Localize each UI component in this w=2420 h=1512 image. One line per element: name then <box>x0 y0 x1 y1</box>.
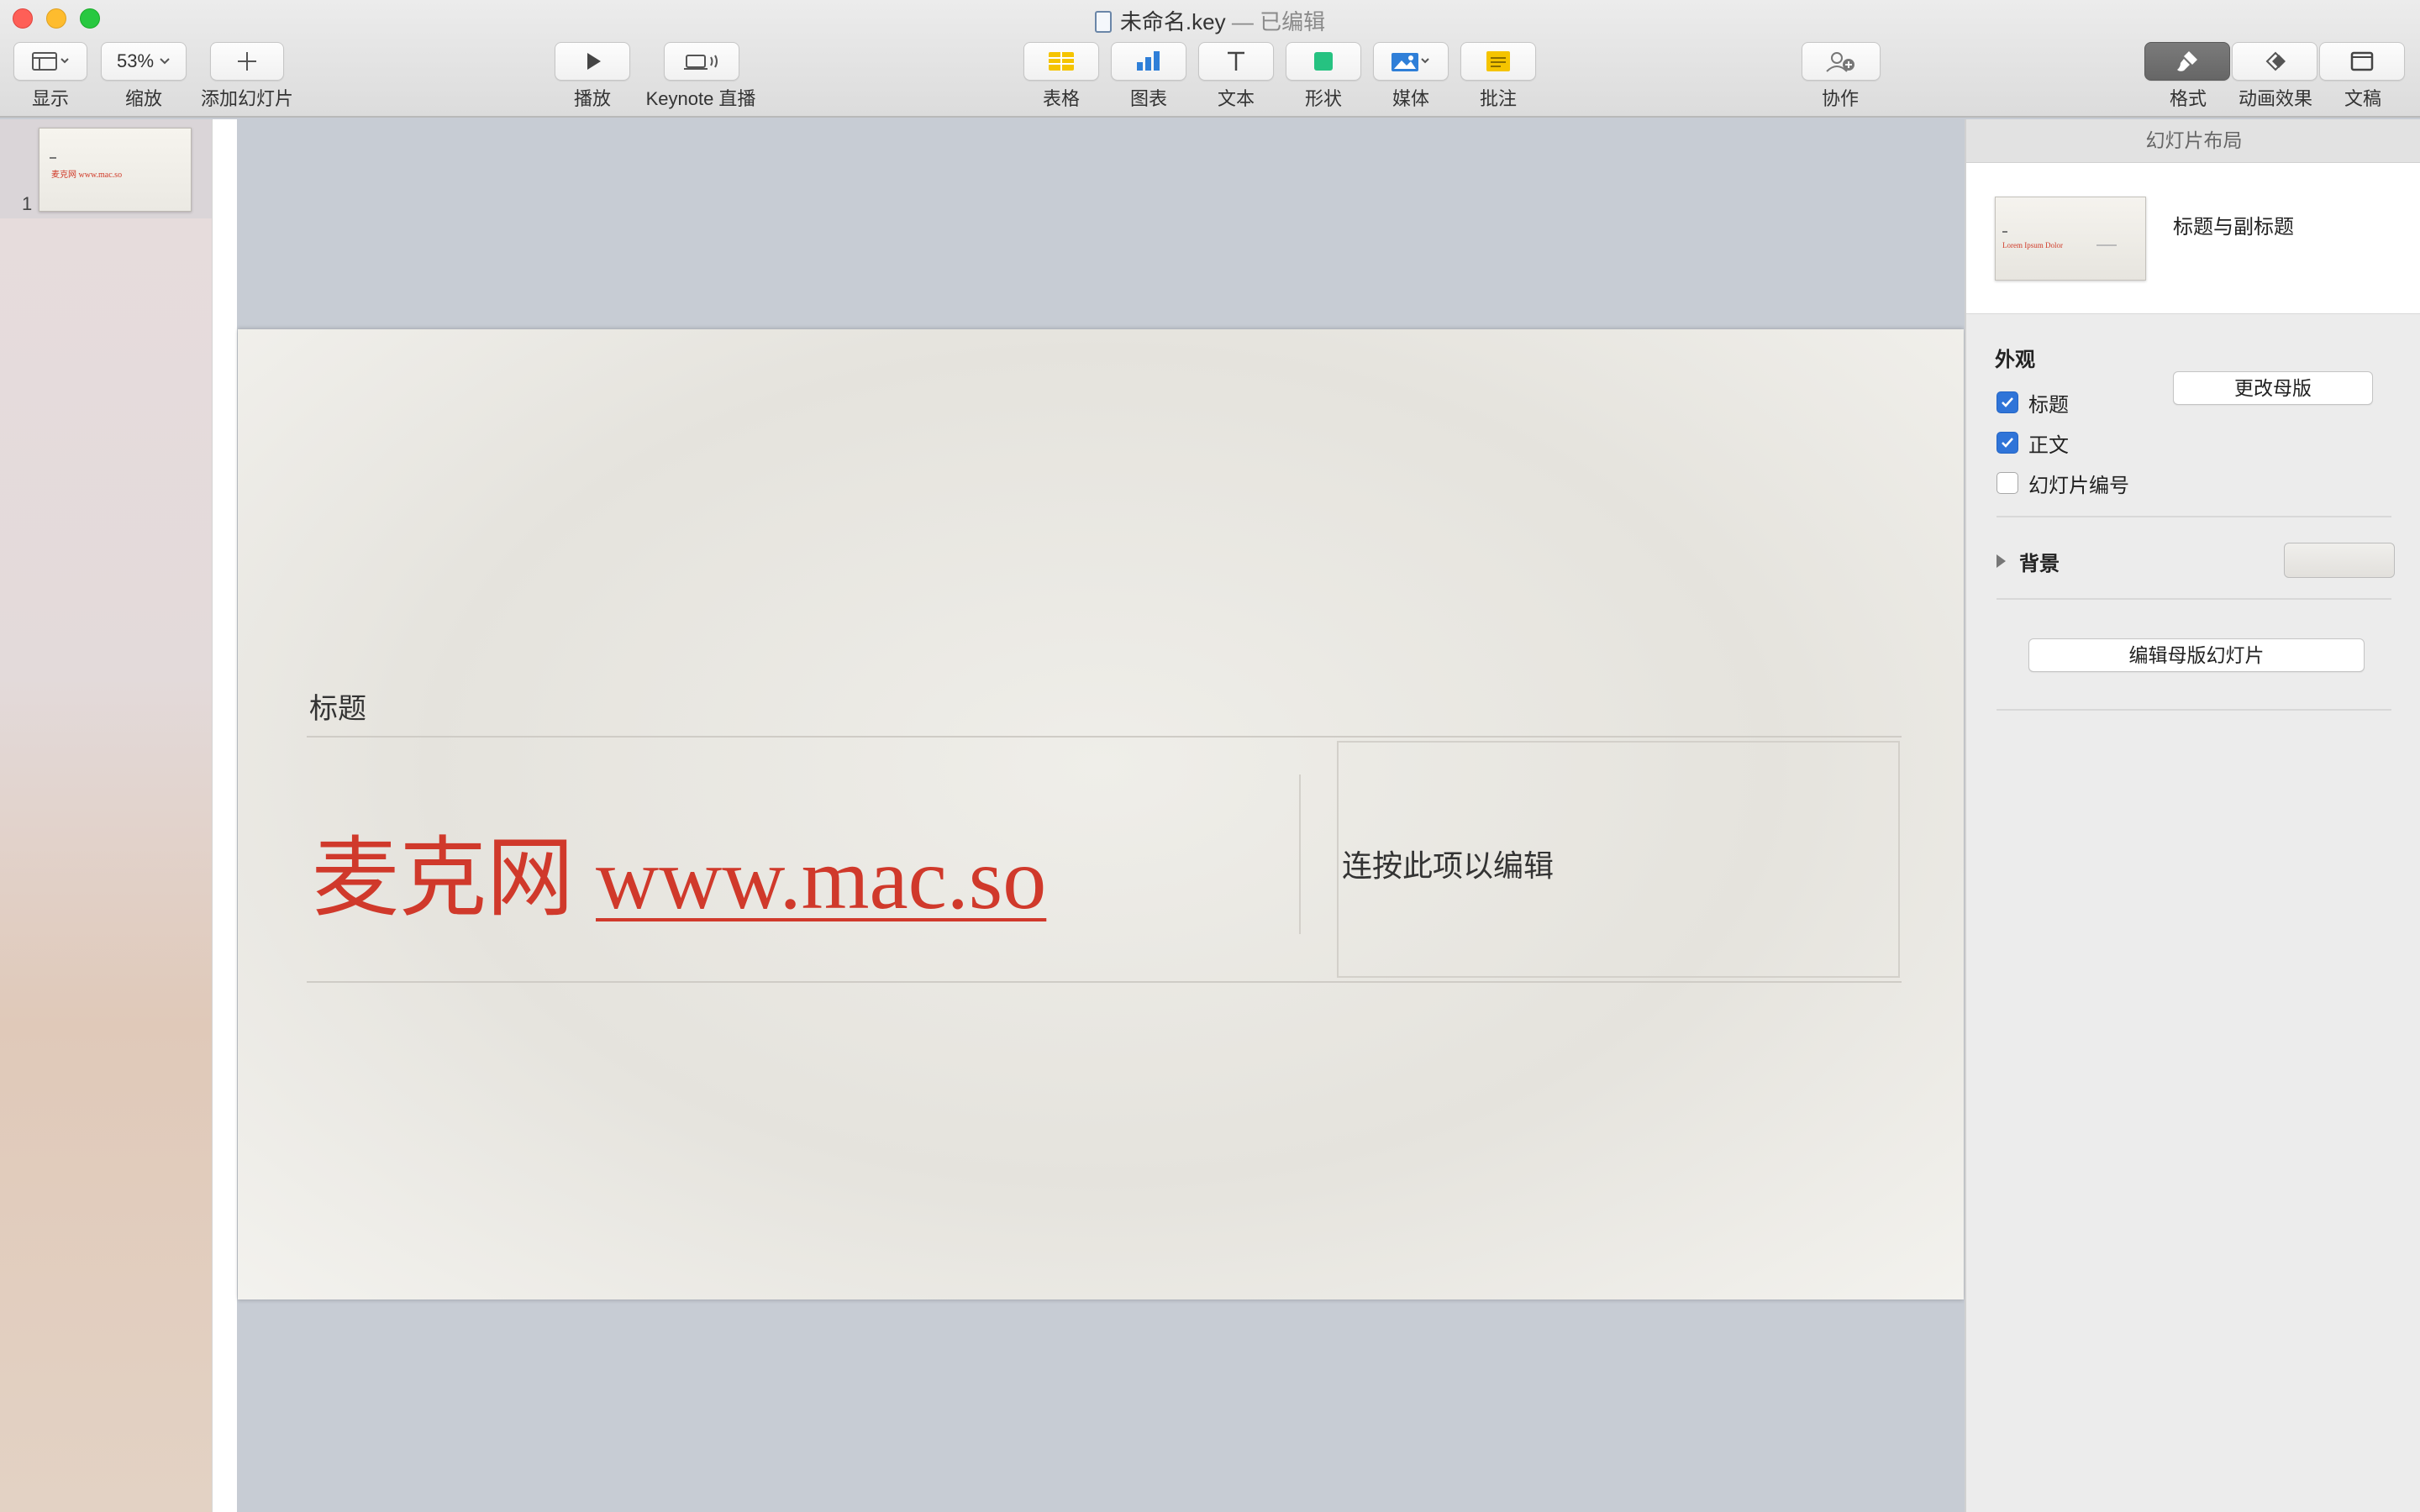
media-button[interactable] <box>1373 42 1449 81</box>
slide-thumbnail-row[interactable]: 1 麦克网 www.mac.so <box>0 119 212 218</box>
title-checkbox[interactable] <box>1996 391 2018 413</box>
checkmark-icon <box>2002 438 2013 448</box>
chart-button[interactable] <box>1111 42 1186 81</box>
thumbnail-title-mark <box>50 157 56 159</box>
text-button[interactable] <box>1198 42 1274 81</box>
keynote-live-label: Keynote 直播 <box>645 88 756 109</box>
section-separator <box>1996 516 2391 517</box>
play-button[interactable] <box>555 42 630 81</box>
animate-icon <box>2265 51 2286 71</box>
divider-line <box>307 981 1902 983</box>
checkmark-icon <box>2002 397 2013 407</box>
inspector-header: 幻灯片布局 <box>1966 119 2420 163</box>
animate-button[interactable] <box>2232 42 2317 81</box>
window-toolbar: 未命名.key — 已编辑 显示 53% 缩放 添加幻灯片 播放 Keynote… <box>0 0 2420 118</box>
zoom-value: 53% <box>116 50 155 71</box>
appearance-heading: 外观 <box>1995 349 2035 371</box>
format-label: 格式 <box>2169 88 2207 109</box>
media-label: 媒体 <box>1392 88 1430 109</box>
background-disclosure[interactable]: 背景 <box>1996 544 2060 578</box>
animate-label: 动画效果 <box>2238 88 2313 109</box>
window-title: 未命名.key — 已编辑 <box>0 5 2420 36</box>
shape-button[interactable] <box>1286 42 1361 81</box>
slide[interactable]: 标题 麦克网 www.mac.so 连按此项以编辑 <box>238 329 1964 1299</box>
format-inspector: 幻灯片布局 Lorem Ipsum Dolor 标题与副标题 更改母版 外观 标… <box>1965 119 2420 1512</box>
collaborate-button[interactable] <box>1802 42 1881 81</box>
body-placeholder-text[interactable]: 连按此项以编辑 <box>1342 842 1554 885</box>
slide-canvas[interactable]: 标题 麦克网 www.mac.so 连按此项以编辑 <box>238 119 1964 1512</box>
comment-label: 批注 <box>1479 88 1518 109</box>
title-checkbox-row[interactable]: 标题 <box>1996 390 2069 417</box>
keynote-live-button[interactable] <box>664 42 739 81</box>
slide-number: 1 <box>22 193 33 214</box>
body-checkbox-label: 正文 <box>2028 433 2069 457</box>
chart-icon <box>1137 51 1160 71</box>
add-slide-button[interactable] <box>210 42 284 81</box>
collaborate-label: 协作 <box>1821 88 1860 109</box>
body-checkbox[interactable] <box>1996 432 2018 454</box>
title-checkbox-label: 标题 <box>2028 393 2069 417</box>
format-brush-icon <box>2177 51 2197 71</box>
body-checkbox-row[interactable]: 正文 <box>1996 430 2069 457</box>
background-label: 背景 <box>2019 552 2060 575</box>
format-button[interactable] <box>2144 42 2230 81</box>
keynote-document-icon <box>1094 11 1112 33</box>
divider-line <box>307 736 1902 738</box>
slide-navigator: 1 麦克网 www.mac.so <box>0 119 212 1512</box>
thumbnail-text: 麦克网 www.mac.so <box>51 171 123 180</box>
table-icon <box>1049 52 1074 71</box>
vertical-divider <box>1299 774 1301 934</box>
document-button[interactable] <box>2319 42 2405 81</box>
thumbnail-sample-text: Lorem Ipsum Dolor <box>2002 241 2063 249</box>
keynote-live-icon <box>684 55 718 70</box>
master-thumbnail[interactable]: Lorem Ipsum Dolor <box>1995 197 2146 281</box>
add-slide-label: 添加幻灯片 <box>200 88 294 109</box>
slide-thumbnail[interactable]: 麦克网 www.mac.so <box>39 128 192 212</box>
background-fill-well[interactable] <box>2284 543 2395 578</box>
zoom-popup[interactable]: 53% <box>101 42 187 81</box>
title-placeholder[interactable]: 标题 <box>309 685 366 727</box>
master-name: 标题与副标题 <box>2173 216 2294 239</box>
media-icon <box>1392 53 1429 71</box>
thumbnail-body-mark <box>2096 244 2117 246</box>
chevron-down-icon <box>60 58 69 64</box>
view-label: 显示 <box>31 88 70 109</box>
table-label: 表格 <box>1042 88 1081 109</box>
chevron-down-icon <box>160 58 170 65</box>
change-master-button[interactable]: 更改母版 <box>2173 371 2373 405</box>
view-icon <box>32 52 69 71</box>
zoom-label: 缩放 <box>124 88 163 109</box>
subtitle-text-box[interactable]: 麦克网 www.mac.so <box>312 806 1046 933</box>
text-label: 文本 <box>1217 88 1255 109</box>
thumbnail-title-mark <box>2002 231 2007 233</box>
view-button[interactable] <box>13 42 87 81</box>
comment-button[interactable] <box>1460 42 1536 81</box>
plus-icon <box>238 52 256 71</box>
document-icon <box>2350 51 2374 71</box>
subtitle-chinese-text: 麦克网 <box>312 831 575 927</box>
document-name: 未命名.key <box>1119 9 1226 34</box>
document-label: 文稿 <box>2344 88 2382 109</box>
slide-number-checkbox-label: 幻灯片编号 <box>2028 474 2129 497</box>
comment-icon <box>1486 51 1510 71</box>
subtitle-url-link[interactable]: www.mac.so <box>596 831 1046 927</box>
section-separator <box>1996 598 2391 600</box>
disclosure-triangle-icon <box>1996 554 2006 568</box>
master-section: Lorem Ipsum Dolor 标题与副标题 <box>1966 163 2420 314</box>
slide-number-checkbox-row[interactable]: 幻灯片编号 <box>1996 470 2129 497</box>
play-icon <box>587 53 601 70</box>
chart-label: 图表 <box>1129 88 1168 109</box>
edited-status: — 已编辑 <box>1231 9 1326 34</box>
shape-label: 形状 <box>1304 88 1343 109</box>
edit-master-slide-button[interactable]: 编辑母版幻灯片 <box>2028 638 2365 672</box>
collaborate-icon <box>1826 52 1854 72</box>
section-separator <box>1996 709 2391 711</box>
play-label: 播放 <box>573 88 612 109</box>
slide-number-checkbox[interactable] <box>1996 472 2018 494</box>
navigator-gutter <box>212 119 237 1512</box>
table-button[interactable] <box>1023 42 1099 81</box>
shape-icon <box>1314 52 1333 71</box>
text-icon <box>1228 51 1244 71</box>
